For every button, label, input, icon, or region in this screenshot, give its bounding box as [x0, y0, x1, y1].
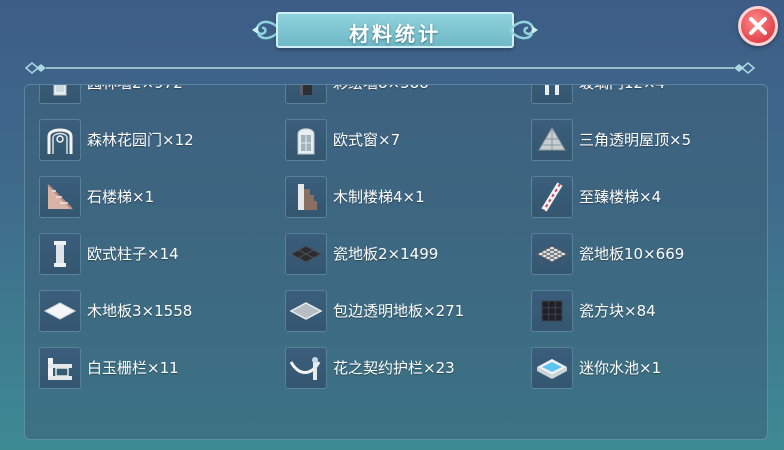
material-label: 欧式窗×7	[333, 131, 401, 149]
european-pillar-icon	[39, 232, 81, 275]
material-item: 瓷方块×84	[531, 282, 759, 339]
material-label: 三角透明屋顶×5	[579, 131, 692, 149]
material-label: 瓷地板2×1499	[333, 245, 439, 263]
page-title: 材料统计	[349, 22, 441, 46]
material-item: 三角透明屋顶×5	[531, 111, 759, 168]
material-item: 欧式窗×7	[285, 111, 531, 168]
right-ornament-icon	[509, 20, 538, 40]
material-item: 瓷地板10×669	[531, 225, 759, 282]
material-label: 园林墙2×972	[87, 85, 183, 93]
stone-stairs-icon	[39, 175, 81, 218]
materials-grid: 园林墙2×972 彩绘墙8×588 玻璃门12×4 森林花园门×12 欧式窗×7	[39, 85, 759, 396]
material-label: 瓷方块×84	[579, 302, 656, 320]
material-label: 白玉栅栏×11	[87, 359, 179, 377]
dark-tile-floor-icon	[285, 232, 327, 275]
material-label: 彩绘墙8×588	[333, 85, 429, 93]
painted-wall-icon	[285, 85, 327, 104]
material-label: 包边透明地板×271	[333, 302, 465, 320]
material-label: 花之契约护栏×23	[333, 359, 455, 377]
pyramid-roof-icon	[531, 118, 573, 161]
close-button[interactable]	[738, 6, 778, 46]
header-divider	[24, 62, 756, 74]
material-item: 木制楼梯4×1	[285, 168, 531, 225]
material-item: 石楼梯×1	[39, 168, 285, 225]
material-label: 木地板3×1558	[87, 302, 193, 320]
white-jade-fence-icon	[39, 346, 81, 389]
material-item: 彩绘墙8×588	[285, 85, 531, 111]
close-icon	[749, 17, 767, 35]
ribbon-railing-icon	[285, 346, 327, 389]
material-item: 包边透明地板×271	[285, 282, 531, 339]
material-item: 迷你水池×1	[531, 339, 759, 396]
glass-floor-icon	[285, 289, 327, 332]
material-item: 玻璃门12×4	[531, 85, 759, 111]
material-label: 至臻楼梯×4	[579, 188, 662, 206]
material-item: 森林花园门×12	[39, 111, 285, 168]
material-label: 欧式柱子×14	[87, 245, 179, 263]
material-label: 玻璃门12×4	[579, 85, 665, 93]
glass-door-icon	[531, 85, 573, 104]
forest-garden-gate-icon	[39, 118, 81, 161]
material-label: 石楼梯×1	[87, 188, 155, 206]
checker-tile-floor-icon	[531, 232, 573, 275]
material-item: 瓷地板2×1499	[285, 225, 531, 282]
material-label: 木制楼梯4×1	[333, 188, 425, 206]
white-wood-floor-icon	[39, 289, 81, 332]
material-label: 森林花园门×12	[87, 131, 194, 149]
tile-cube-icon	[531, 289, 573, 332]
material-item: 木地板3×1558	[39, 282, 285, 339]
material-item: 欧式柱子×14	[39, 225, 285, 282]
garden-wall-icon	[39, 85, 81, 104]
material-item: 花之契约护栏×23	[285, 339, 531, 396]
mini-pool-icon	[531, 346, 573, 389]
title-banner: 材料统计	[250, 10, 540, 50]
wooden-stairs-icon	[285, 175, 327, 218]
material-item: 园林墙2×972	[39, 85, 285, 111]
material-label: 瓷地板10×669	[579, 245, 685, 263]
materials-panel[interactable]: 园林墙2×972 彩绘墙8×588 玻璃门12×4 森林花园门×12 欧式窗×7	[24, 84, 768, 440]
european-window-icon	[285, 118, 327, 161]
material-item: 白玉栅栏×11	[39, 339, 285, 396]
material-item: 至臻楼梯×4	[531, 168, 759, 225]
material-label: 迷你水池×1	[579, 359, 662, 377]
deluxe-stairs-icon	[531, 175, 573, 218]
